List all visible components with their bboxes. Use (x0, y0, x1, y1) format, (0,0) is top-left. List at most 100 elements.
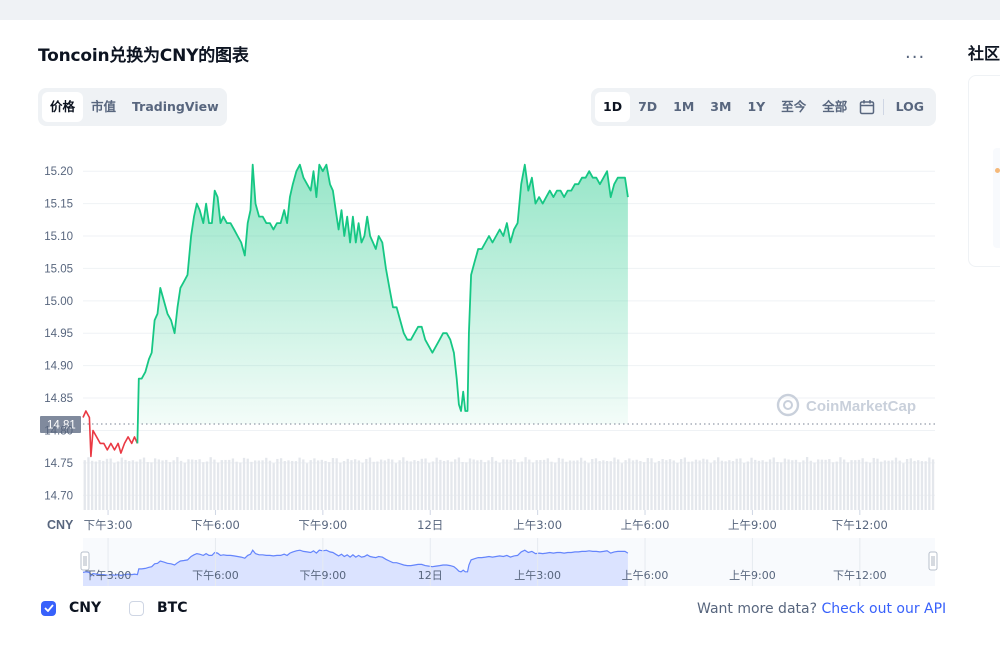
volume-bar (742, 462, 746, 510)
volume-bar (913, 460, 916, 510)
volume-bar (224, 459, 227, 510)
range-ytd[interactable]: 至今 (773, 92, 814, 122)
volume-bar (328, 462, 331, 510)
volume-bar (124, 459, 127, 510)
volume-bar (146, 462, 149, 510)
volume-bar (83, 460, 86, 510)
navigator-left-handle[interactable] (80, 551, 90, 571)
volume-bar (872, 457, 875, 510)
volume-bar (717, 457, 720, 510)
volume-bar (579, 457, 583, 510)
volume-bar (909, 458, 912, 510)
volume-bar (768, 459, 772, 510)
tab-market-cap[interactable]: 市值 (83, 92, 124, 122)
volume-bar (165, 459, 168, 510)
volume-bar (731, 461, 735, 510)
range-3m[interactable]: 3M (702, 92, 739, 122)
volume-bar (776, 461, 779, 510)
cny-option[interactable]: CNY (41, 600, 101, 616)
btc-option[interactable]: BTC (129, 600, 188, 616)
volume-bar (783, 458, 787, 510)
volume-bar (894, 457, 898, 510)
volume-bar (142, 457, 146, 510)
volume-bar (305, 463, 309, 510)
volume-bar (813, 462, 816, 510)
range-7d[interactable]: 7D (630, 92, 665, 122)
volume-bar (657, 461, 661, 510)
range-navigator[interactable]: 下午3:00 下午6:00 下午9:00 12日 上午3:00 上午6:00 上午9:00 下… (80, 538, 938, 586)
log-scale-toggle[interactable]: LOG (888, 92, 932, 122)
volume-bar (216, 462, 220, 510)
volume-bar (287, 460, 290, 510)
range-1d[interactable]: 1D (595, 92, 631, 122)
volume-bar (394, 463, 398, 510)
volume-bar (831, 462, 835, 510)
volume-bar (550, 461, 553, 510)
handle-body (80, 551, 90, 571)
volume-bar (554, 462, 557, 510)
volume-bar (691, 461, 694, 510)
sidebar-community-post[interactable] (993, 148, 1000, 248)
volume-bar (391, 459, 394, 510)
volume-bar (639, 460, 642, 510)
volume-bar (780, 462, 783, 510)
volume-bar (635, 459, 638, 510)
navigator-right-handle[interactable] (928, 551, 938, 571)
volume-bar (257, 460, 261, 510)
sidebar-avatar-dot (995, 168, 1000, 173)
volume-bar (861, 458, 864, 510)
volume-bar (202, 462, 205, 510)
x-tick-label: 下午3:00 (84, 518, 133, 532)
volume-bar (357, 460, 361, 510)
volume-bar (709, 463, 712, 510)
calendar-icon[interactable] (855, 92, 879, 122)
volume-bar (757, 460, 761, 510)
tab-price[interactable]: 价格 (42, 92, 84, 122)
volume-bar (583, 460, 586, 510)
range-1m[interactable]: 1M (665, 92, 702, 122)
volume-bar (787, 459, 790, 510)
volume-bar (283, 461, 286, 510)
volume-bar (116, 461, 120, 510)
range-all[interactable]: 全部 (814, 92, 855, 122)
volume-bar (209, 457, 212, 510)
volume-bar (509, 459, 512, 510)
volume-bar (531, 462, 535, 510)
btc-checkbox[interactable] (129, 600, 144, 616)
range-1y[interactable]: 1Y (739, 92, 773, 122)
api-link[interactable]: Check out our API (821, 601, 946, 617)
price-chart[interactable]: CoinMarketCap 14.81 14.7014.7514.8014.85… (0, 140, 955, 595)
volume-bar (905, 459, 909, 510)
volume-bar (631, 460, 635, 510)
volume-bar (483, 462, 486, 510)
volume-bar (476, 460, 479, 510)
volume-bar (839, 457, 842, 510)
volume-bar (413, 460, 416, 510)
volume-bar (376, 461, 379, 510)
volume-bar (424, 458, 427, 510)
volume-bar (220, 460, 223, 510)
tab-tradingview[interactable]: TradingView (124, 92, 227, 122)
volume-bar (765, 461, 768, 510)
y-tick-label: 15.10 (44, 231, 73, 243)
volume-bar (279, 458, 283, 510)
volume-bar (239, 462, 242, 510)
volume-bar (857, 459, 861, 510)
volume-bar (268, 460, 272, 510)
volume-bar (365, 458, 368, 510)
x-tick-label: 下午6:00 (191, 518, 240, 532)
volume-bar (802, 460, 805, 510)
cny-checkbox[interactable] (41, 600, 56, 616)
volume-bar (346, 458, 349, 510)
volume-bar (502, 459, 505, 510)
volume-bar (446, 460, 449, 510)
volume-bar (694, 459, 698, 510)
volume-bar (539, 460, 542, 510)
y-tick-label: 15.00 (44, 296, 73, 308)
volume-bar (739, 458, 742, 510)
more-options-icon[interactable]: ... (905, 44, 925, 62)
volume-bar (194, 459, 198, 510)
volume-bar (205, 461, 209, 510)
navigator-tick-label: 下午6:00 (192, 569, 239, 582)
x-tick-label: 下午12:00 (832, 518, 888, 532)
